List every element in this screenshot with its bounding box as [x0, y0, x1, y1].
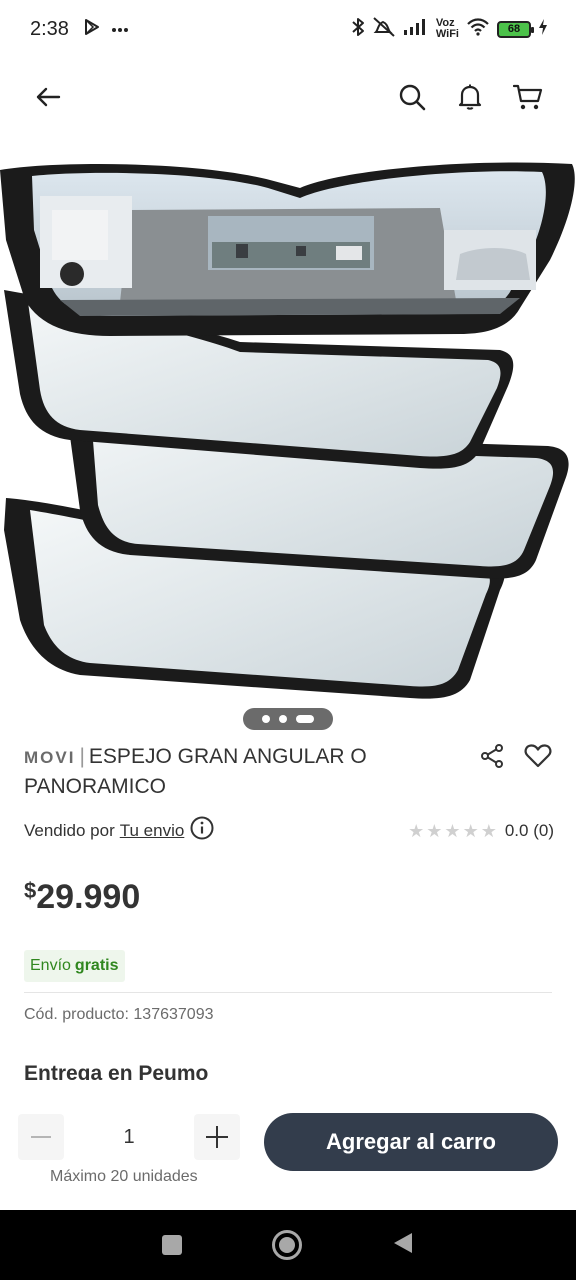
seller-row: Vendido por Tu envio ★ ★ ★ ★ ★ 0.0 (0)	[24, 816, 554, 845]
rating[interactable]: ★ ★ ★ ★ ★ 0.0 (0)	[408, 821, 554, 841]
product-price: $29.990	[24, 878, 140, 917]
brand-name[interactable]: MOVI	[24, 748, 75, 767]
favorite-button[interactable]	[524, 742, 552, 770]
share-button[interactable]	[478, 742, 506, 770]
carousel-indicator[interactable]	[243, 708, 333, 730]
title-separator: |	[79, 745, 85, 768]
home-button[interactable]	[272, 1230, 302, 1260]
decrease-quantity-button[interactable]	[18, 1114, 64, 1160]
seller-link[interactable]: Tu envio	[120, 821, 185, 841]
delivery-section-title: Entrega en Peumo	[24, 1062, 209, 1080]
shipping-value: gratis	[74, 957, 119, 974]
carousel-dot-3-active[interactable]	[296, 715, 314, 723]
search-button[interactable]	[394, 79, 430, 115]
rating-score: 0.0	[504, 820, 529, 840]
shipping-label: Envío	[30, 957, 71, 974]
carousel-dot-1[interactable]	[262, 715, 270, 723]
recents-button[interactable]	[162, 1235, 182, 1255]
back-arrow-icon	[36, 87, 61, 107]
more-notifications-icon	[111, 20, 129, 38]
star-icon: ★	[426, 820, 443, 841]
plus-icon	[206, 1126, 228, 1148]
add-to-cart-button[interactable]: Agregar al carro	[264, 1113, 558, 1171]
bluetooth-icon	[351, 17, 365, 42]
status-system-icons: Voz WiFi 68	[351, 16, 548, 43]
product-title-block: MOVI | ESPEJO GRAN ANGULAR O PANORAMICO	[24, 742, 464, 801]
triangle-back-icon	[394, 1232, 412, 1253]
play-store-icon	[83, 18, 101, 41]
product-code: Cód. producto: 137637093	[24, 1006, 214, 1023]
star-icon: ★	[444, 820, 461, 841]
price-currency: $	[24, 878, 37, 903]
system-navigation-bar	[0, 1210, 576, 1280]
price-value: 29.990	[36, 878, 141, 916]
top-nav	[0, 66, 576, 128]
search-icon	[399, 84, 426, 111]
status-notification-icons	[83, 18, 129, 41]
increase-quantity-button[interactable]	[194, 1114, 240, 1160]
carousel-dot-2[interactable]	[279, 715, 287, 723]
star-icon: ★	[408, 820, 425, 841]
product-image[interactable]	[0, 150, 576, 710]
share-icon	[481, 744, 503, 768]
cart-icon	[513, 84, 543, 110]
bottom-action-bar: 1 Máximo 20 unidades Agregar al carro	[0, 1086, 576, 1210]
heart-icon	[524, 744, 552, 768]
divider	[24, 992, 552, 993]
panoramic-mirror-illustration	[0, 162, 575, 699]
max-quantity-note: Máximo 20 unidades	[50, 1168, 198, 1185]
battery-level: 68	[507, 23, 521, 35]
quantity-stepper: 1	[18, 1114, 240, 1160]
system-back-button[interactable]	[392, 1231, 414, 1260]
rating-count: (0)	[533, 820, 554, 840]
wifi-label: WiFi	[435, 28, 459, 40]
title-actions	[478, 742, 552, 770]
signal-icon	[403, 18, 429, 41]
free-shipping-badge: Envío gratis	[24, 950, 125, 982]
wifi-icon	[466, 17, 490, 42]
voz-wifi-label: Voz WiFi	[436, 18, 459, 40]
mute-vibrate-icon	[372, 16, 396, 43]
star-icon: ★	[480, 820, 497, 841]
notifications-button[interactable]	[452, 79, 488, 115]
quantity-value[interactable]: 1	[64, 1126, 194, 1149]
seller-info-button[interactable]	[190, 816, 214, 845]
charging-icon	[538, 18, 548, 41]
sold-by-label: Vendido por	[24, 820, 115, 840]
star-icon: ★	[462, 820, 479, 841]
product-title: MOVI | ESPEJO GRAN ANGULAR O PANORAMICO	[24, 742, 464, 801]
back-button[interactable]	[30, 79, 66, 115]
home-icon	[279, 1237, 295, 1253]
minus-icon	[31, 1136, 51, 1138]
rating-value: 0.0 (0)	[505, 821, 554, 841]
status-time: 2:38	[30, 17, 69, 40]
cart-button[interactable]	[510, 79, 546, 115]
bell-icon	[458, 84, 482, 110]
info-icon	[190, 816, 214, 840]
status-bar: 2:38 Voz WiFi 68	[0, 0, 576, 58]
battery-icon: 68	[497, 20, 534, 38]
